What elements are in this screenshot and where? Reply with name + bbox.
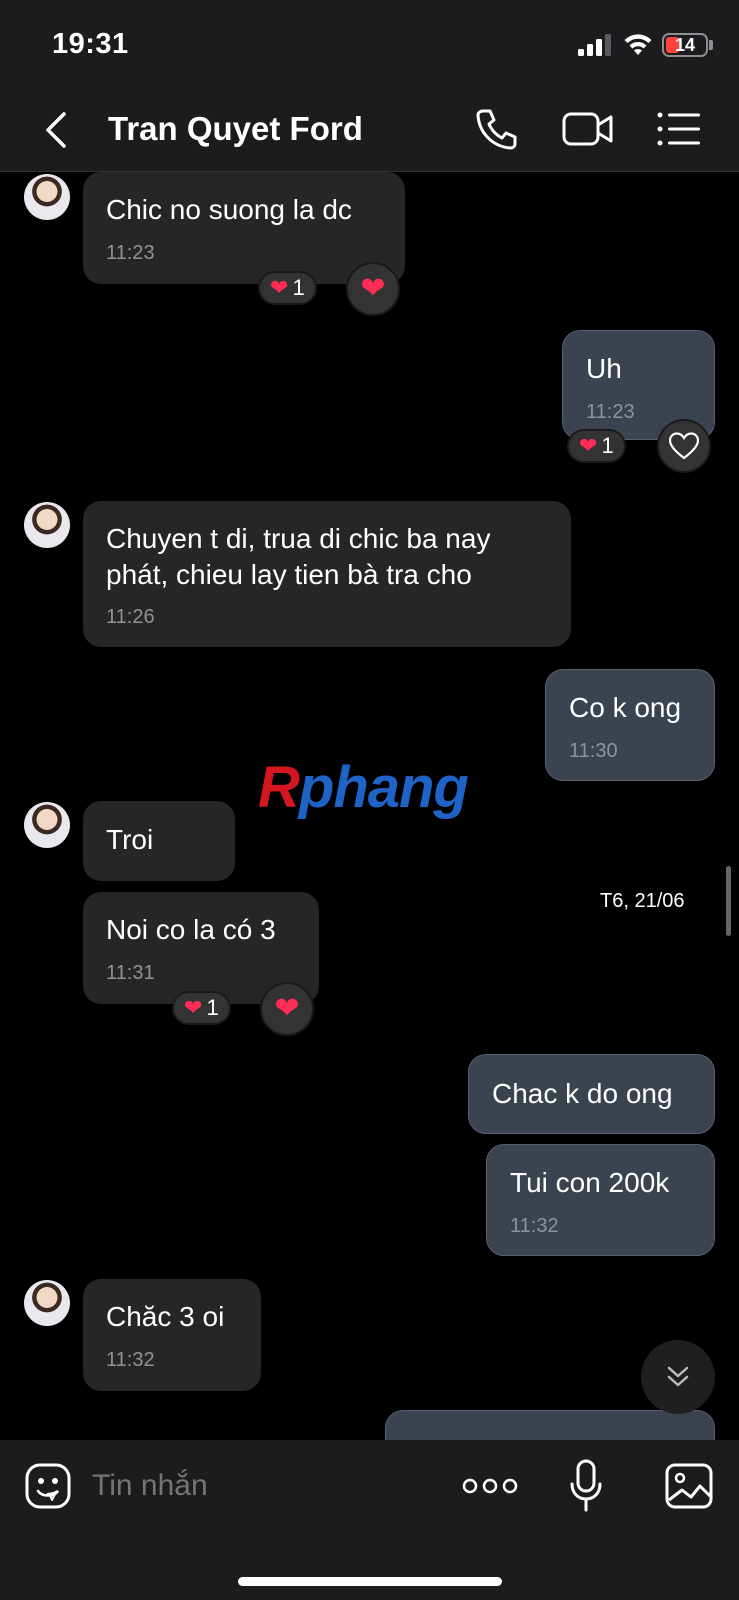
cellular-signal-icon [578, 34, 611, 56]
avatar[interactable] [24, 1280, 70, 1326]
sticker-icon[interactable] [24, 1462, 72, 1510]
message-text: Chuyen t di, trua di chic ba nay [106, 523, 491, 554]
message-time: 11:23 [106, 242, 155, 264]
status-bar: 19:31 14 [0, 0, 739, 90]
message-text: Noi co la có 3 [106, 914, 276, 945]
react-button[interactable]: ❤ [346, 262, 400, 316]
heart-icon: ❤ [184, 995, 203, 1020]
message-time: 11:23 [586, 401, 635, 423]
message-text: Uh [586, 353, 622, 384]
message-bubble-outgoing[interactable]: Tui con 200k 11:32 [486, 1144, 715, 1256]
chat-header: Tran Quyet Ford [0, 90, 739, 172]
status-time: 19:31 [52, 28, 129, 60]
heart-icon: ❤ [579, 433, 598, 458]
battery-level: 14 [674, 35, 696, 55]
video-call-icon[interactable] [562, 108, 614, 150]
message-time: 11:30 [569, 740, 618, 762]
message-bubble-outgoing-partial[interactable] [385, 1410, 715, 1440]
message-text: Chac k do ong [492, 1078, 673, 1109]
message-text: phát, chieu lay tien bà tra cho [106, 559, 472, 590]
heart-icon: ❤ [274, 992, 300, 1025]
reaction-count-badge[interactable]: ❤ 1 [172, 991, 231, 1025]
message-bubble-outgoing[interactable]: Chac k do ong [468, 1054, 715, 1134]
react-button[interactable] [657, 419, 711, 473]
message-time: 11:32 [106, 1349, 155, 1371]
message-text: Tui con 200k [510, 1167, 670, 1198]
scroll-to-bottom-button[interactable] [641, 1340, 715, 1414]
menu-list-icon[interactable] [656, 108, 702, 150]
watermark-logo: Rphang [258, 755, 469, 820]
message-time: 11:31 [106, 962, 155, 984]
reaction-count-badge[interactable]: ❤ 1 [567, 429, 626, 463]
chevron-double-down-icon [667, 1366, 689, 1387]
date-label: T6, 21/06 [600, 890, 685, 912]
message-text: Chăc 3 oi [106, 1301, 225, 1332]
battery-icon: 14 [662, 33, 708, 57]
avatar[interactable] [24, 802, 70, 848]
message-bubble-incoming[interactable]: Troi [83, 801, 235, 881]
message-time: 11:26 [106, 606, 155, 628]
home-indicator[interactable] [238, 1577, 502, 1586]
heart-icon: ❤ [360, 272, 386, 305]
message-text: Chic no suong la dc [106, 194, 352, 225]
scroll-indicator[interactable] [726, 866, 731, 936]
heart-icon: ❤ [270, 275, 289, 300]
microphone-icon[interactable] [568, 1458, 604, 1514]
react-button[interactable]: ❤ [260, 982, 314, 1036]
message-input[interactable] [92, 1464, 422, 1508]
message-bubble-incoming[interactable]: Chăc 3 oi 11:32 [83, 1279, 261, 1391]
more-options-icon[interactable] [462, 1468, 518, 1504]
message-bubble-incoming[interactable]: Chuyen t di, trua di chic ba nay phát, c… [83, 501, 571, 647]
contact-name[interactable]: Tran Quyet Ford [108, 110, 363, 148]
wifi-icon [624, 34, 652, 55]
image-gallery-icon[interactable] [664, 1462, 714, 1510]
message-text: Co k ong [569, 692, 682, 723]
reaction-count-badge[interactable]: ❤ 1 [258, 271, 317, 305]
phone-icon[interactable] [474, 106, 520, 152]
message-list[interactable]: Chic no suong la dc 11:23 ❤ 1 ❤ Uh 11:23… [0, 172, 739, 1440]
heart-outline-icon [669, 432, 699, 460]
message-bubble-outgoing[interactable]: Co k ong 11:30 [545, 669, 715, 781]
back-icon[interactable] [40, 110, 74, 150]
avatar[interactable] [24, 174, 70, 220]
avatar[interactable] [24, 502, 70, 548]
message-text: Troi [106, 824, 154, 855]
message-time: 11:32 [510, 1215, 559, 1237]
message-composer [0, 1440, 739, 1600]
